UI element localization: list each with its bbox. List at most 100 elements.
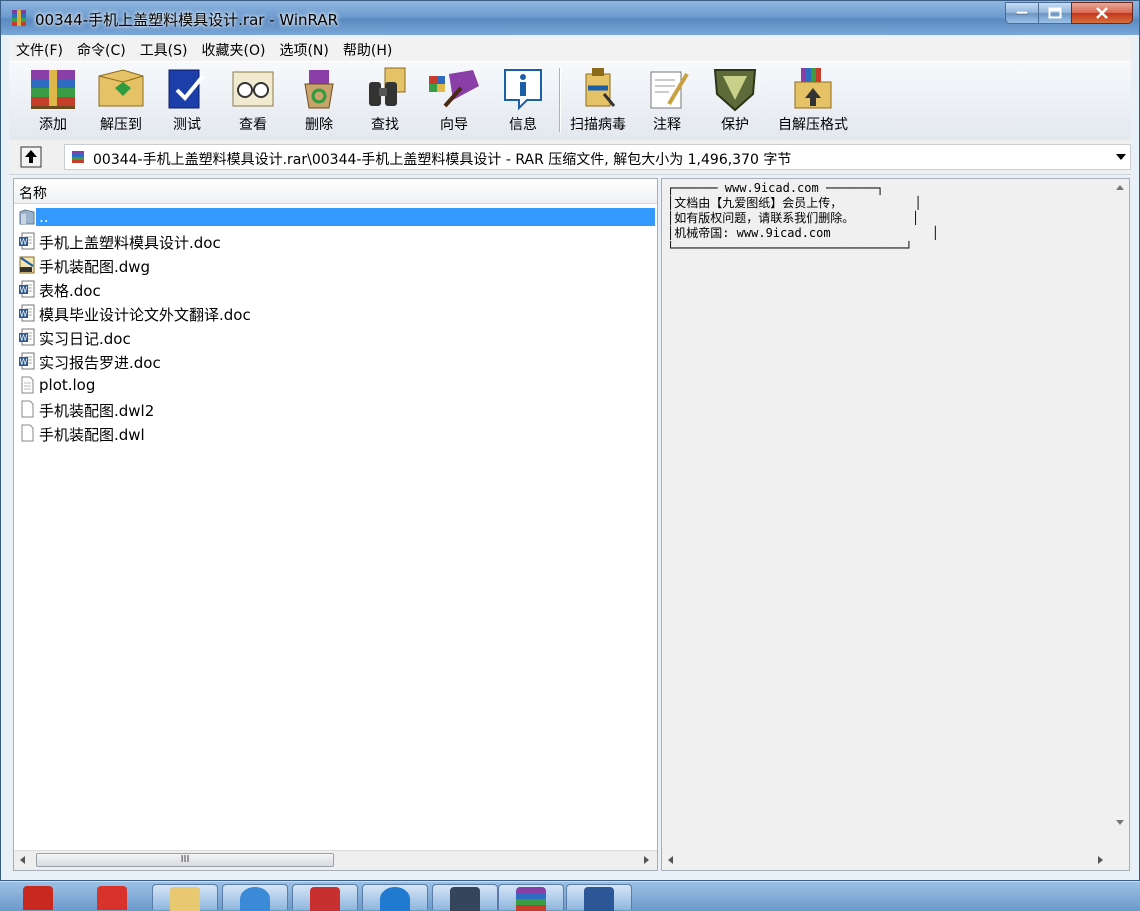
close-icon bbox=[1096, 7, 1108, 19]
file-name: plot.log bbox=[39, 376, 96, 394]
test-label: 测试 bbox=[173, 117, 201, 133]
solidworks-icon bbox=[23, 886, 53, 910]
address-dropdown-icon[interactable] bbox=[1116, 154, 1126, 160]
virus-scan-button[interactable]: 扫描病毒 bbox=[565, 66, 631, 136]
folder-up-icon bbox=[19, 209, 35, 225]
browser-icon bbox=[380, 887, 410, 911]
list-item[interactable]: W 手机上盖塑料模具设计.doc bbox=[14, 229, 657, 253]
toolbar: 添加 解压到 测试 查看 删除 查找 向导 信息 扫描病毒 注释 保护 自解压格… bbox=[9, 61, 1131, 141]
maximize-button[interactable] bbox=[1038, 2, 1072, 24]
list-item[interactable]: 手机装配图.dwl bbox=[14, 421, 657, 445]
menu-command[interactable]: 命令(C) bbox=[70, 37, 133, 61]
close-button[interactable] bbox=[1071, 2, 1133, 24]
find-button[interactable]: 查找 bbox=[353, 66, 417, 136]
comment-button[interactable]: 注释 bbox=[635, 66, 699, 136]
menu-tools[interactable]: 工具(S) bbox=[133, 37, 195, 61]
word-doc-icon: W bbox=[19, 304, 35, 322]
extract-button[interactable]: 解压到 bbox=[89, 66, 153, 136]
view-button[interactable]: 查看 bbox=[221, 66, 285, 136]
add-archive-icon bbox=[31, 70, 75, 109]
file-list-pane: 名称 .. W 手机上盖塑料模具设计.doc 手机装配图.dwg W 表格.do… bbox=[13, 178, 658, 871]
file-list: .. W 手机上盖塑料模具设计.doc 手机装配图.dwg W 表格.doc W… bbox=[14, 205, 657, 445]
list-item[interactable]: 手机装配图.dwg bbox=[14, 253, 657, 277]
list-item[interactable]: W 表格.doc bbox=[14, 277, 657, 301]
menu-options[interactable]: 选项(N) bbox=[272, 37, 335, 61]
comment-vertical-scrollbar[interactable] bbox=[1112, 179, 1129, 853]
list-item[interactable]: 手机装配图.dwl2 bbox=[14, 397, 657, 421]
extract-label: 解压到 bbox=[100, 117, 142, 133]
scroll-down-icon[interactable] bbox=[1116, 820, 1124, 825]
list-item[interactable]: W 实习报告罗进.doc bbox=[14, 349, 657, 373]
menu-file[interactable]: 文件(F) bbox=[9, 37, 70, 61]
info-button[interactable]: 信息 bbox=[491, 66, 555, 136]
file-name: 实习日记.doc bbox=[39, 330, 131, 348]
app-red-icon bbox=[97, 886, 127, 910]
taskbar-word[interactable] bbox=[566, 884, 632, 911]
taskbar-app-red[interactable] bbox=[82, 884, 142, 910]
blank-file-icon bbox=[21, 400, 34, 418]
file-name: 手机装配图.dwg bbox=[39, 258, 151, 276]
column-name-label: 名称 bbox=[19, 186, 47, 202]
maximize-icon bbox=[1048, 7, 1062, 19]
scroll-right-icon[interactable] bbox=[1098, 856, 1103, 864]
taskbar-browser[interactable] bbox=[362, 884, 428, 911]
view-label: 查看 bbox=[239, 117, 267, 133]
up-folder-button[interactable] bbox=[16, 144, 46, 170]
list-item[interactable]: W 实习日记.doc bbox=[14, 325, 657, 349]
title-bar[interactable]: 00344-手机上盖塑料模具设计.rar - WinRAR bbox=[1, 1, 1139, 35]
wizard-button[interactable]: 向导 bbox=[419, 66, 489, 136]
list-item[interactable]: plot.log bbox=[14, 373, 657, 397]
address-field[interactable]: 00344-手机上盖塑料模具设计.rar\00344-手机上盖塑料模具设计 - … bbox=[64, 144, 1131, 170]
file-name: 模具毕业设计论文外文翻译.doc bbox=[39, 306, 251, 324]
scroll-thumb[interactable]: III bbox=[36, 853, 334, 867]
taskbar-explorer[interactable] bbox=[152, 884, 218, 911]
comment-horizontal-scrollbar[interactable] bbox=[662, 851, 1129, 870]
comment-icon bbox=[650, 71, 689, 109]
winrar-app-icon bbox=[12, 10, 26, 26]
comment-line: └────────────────────────────────┘ bbox=[667, 241, 913, 255]
minimize-button[interactable] bbox=[1005, 2, 1039, 24]
scroll-left-icon[interactable] bbox=[668, 856, 673, 864]
menu-favorites[interactable]: 收藏夹(O) bbox=[195, 37, 273, 61]
sfx-button[interactable]: 自解压格式 bbox=[771, 66, 855, 136]
archive-small-icon bbox=[72, 151, 84, 163]
menu-help[interactable]: 帮助(H) bbox=[336, 37, 399, 61]
taskbar-autocad[interactable] bbox=[292, 884, 358, 911]
add-label: 添加 bbox=[39, 117, 67, 133]
add-button[interactable]: 添加 bbox=[21, 66, 85, 136]
minimize-icon bbox=[1016, 11, 1028, 15]
taskbar-qq[interactable] bbox=[222, 884, 288, 911]
svg-text:W: W bbox=[20, 238, 28, 247]
sfx-label: 自解压格式 bbox=[778, 117, 848, 133]
winrar-icon bbox=[516, 887, 546, 911]
delete-button[interactable]: 删除 bbox=[287, 66, 351, 136]
test-button[interactable]: 测试 bbox=[155, 66, 219, 136]
word-doc-icon: W bbox=[19, 352, 35, 370]
list-item[interactable]: .. bbox=[14, 205, 657, 229]
word-doc-icon: W bbox=[19, 280, 35, 298]
scroll-right-icon[interactable] bbox=[644, 856, 649, 864]
autocad-icon bbox=[310, 887, 340, 911]
list-item[interactable]: W 模具毕业设计论文外文翻译.doc bbox=[14, 301, 657, 325]
column-header-name[interactable]: 名称 bbox=[14, 179, 657, 204]
taskbar-winrar[interactable] bbox=[498, 884, 564, 911]
protect-button[interactable]: 保护 bbox=[703, 66, 767, 136]
winrar-window: 00344-手机上盖塑料模具设计.rar - WinRAR 文件(F) 命令(C)… bbox=[0, 0, 1140, 881]
file-list-horizontal-scrollbar[interactable]: III bbox=[14, 850, 657, 870]
info-icon bbox=[504, 69, 542, 111]
comment-label: 注释 bbox=[653, 117, 681, 133]
file-name: 表格.doc bbox=[39, 282, 101, 300]
file-name: 实习报告罗进.doc bbox=[39, 354, 161, 372]
sfx-archive-icon bbox=[794, 68, 832, 109]
app-dark-icon bbox=[450, 887, 480, 911]
view-glasses-icon bbox=[232, 71, 274, 107]
scroll-left-icon[interactable] bbox=[20, 856, 25, 864]
blank-file-icon bbox=[21, 376, 34, 394]
address-row: 00344-手机上盖塑料模具设计.rar\00344-手机上盖塑料模具设计 - … bbox=[9, 140, 1131, 175]
find-label: 查找 bbox=[371, 117, 399, 133]
scroll-up-icon[interactable] bbox=[1116, 185, 1124, 190]
taskbar-app-dark[interactable] bbox=[432, 884, 498, 911]
toolbar-separator bbox=[559, 68, 560, 132]
window-title: 00344-手机上盖塑料模具设计.rar - WinRAR bbox=[35, 11, 339, 29]
taskbar-solidworks[interactable] bbox=[8, 884, 68, 910]
